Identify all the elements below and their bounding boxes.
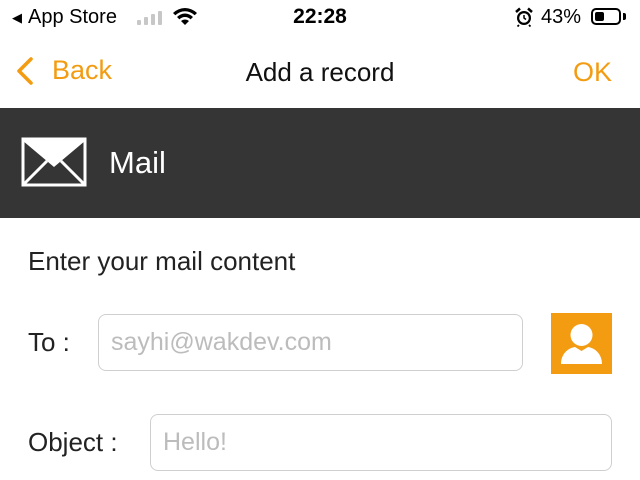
object-label: Object : — [28, 427, 118, 457]
mail-envelope-icon — [21, 137, 87, 187]
to-label: To : — [28, 327, 70, 357]
navigation-bar: Back Add a record OK — [0, 36, 640, 108]
battery-percent: 43% — [541, 6, 582, 28]
object-input[interactable] — [150, 414, 612, 471]
status-bar: ◀ App Store 22:28 43% — [0, 0, 640, 36]
form-instructions: Enter your mail content — [28, 246, 296, 276]
contact-picker-button[interactable] — [551, 313, 612, 374]
to-email-input[interactable] — [98, 314, 523, 371]
alarm-clock-icon — [515, 7, 533, 27]
section-header — [0, 108, 640, 218]
person-icon — [561, 324, 602, 364]
page-title: Add a record — [245, 57, 395, 87]
battery-level-fill — [595, 12, 604, 21]
section-title: Mail — [109, 145, 166, 180]
ok-button[interactable]: OK — [573, 57, 612, 88]
battery-nub — [623, 13, 626, 20]
battery-icon — [591, 8, 621, 25]
